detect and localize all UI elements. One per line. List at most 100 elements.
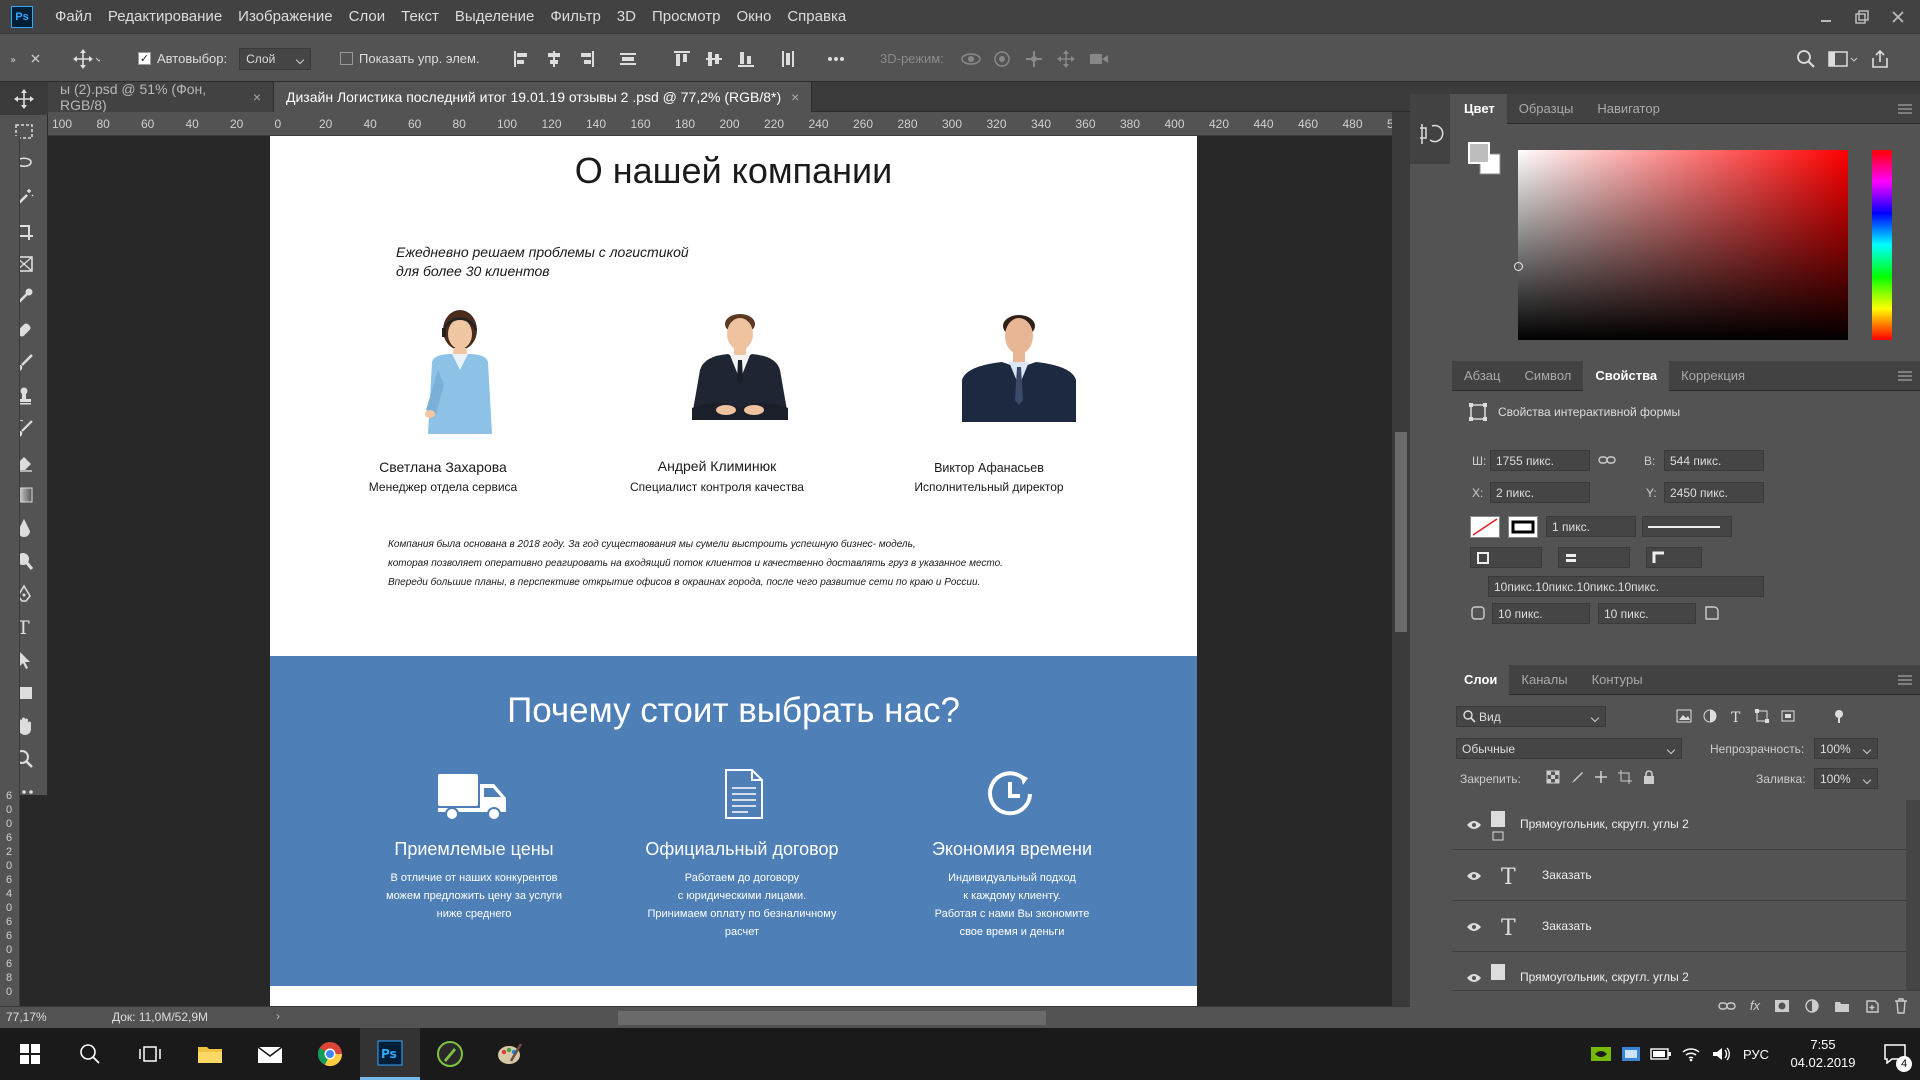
layer-row[interactable]: T Заказать [1452,902,1906,952]
wifi-icon[interactable] [1676,1028,1706,1080]
show-controls-checkbox[interactable] [340,52,353,65]
eye-icon[interactable] [1466,820,1482,830]
layers-scrollbar[interactable] [1906,800,1920,990]
distribute-v-icon[interactable] [778,49,798,69]
align-vcenter-icon[interactable] [704,49,724,69]
chrome-icon[interactable] [300,1028,360,1080]
menu-filter[interactable]: Фильтр [542,0,608,33]
autoselect-checkbox[interactable]: ✓ [138,52,151,65]
panel-menu-icon[interactable] [1898,104,1912,114]
share-icon[interactable] [1870,49,1890,69]
3d-pan-icon[interactable] [1024,49,1044,69]
network-adapter-tray-icon[interactable] [1616,1028,1646,1080]
panel-menu-icon[interactable] [1898,675,1912,685]
close-icon[interactable] [1880,4,1916,30]
tab-navigator[interactable]: Навигатор [1585,94,1671,124]
smart-object-filter-icon[interactable] [1780,709,1796,723]
nvidia-tray-icon[interactable] [1586,1028,1616,1080]
height-field[interactable]: 544 пикс. [1664,450,1764,471]
new-layer-icon[interactable] [1864,998,1880,1014]
align-left-icon[interactable] [512,49,532,69]
distribute-icon[interactable] [618,49,638,69]
tab-close-icon[interactable]: × [253,89,261,105]
move-tool-icon[interactable] [72,34,100,83]
hue-slider[interactable] [1872,150,1892,340]
menu-layers[interactable]: Слои [341,0,393,33]
menu-help[interactable]: Справка [779,0,854,33]
menu-select[interactable]: Выделение [447,0,542,33]
autoselect-dropdown[interactable]: Слой [239,47,312,70]
menu-3d[interactable]: 3D [609,0,644,33]
corner-radius-field[interactable]: 10пикс.10пикс.10пикс.10пикс. [1488,576,1764,597]
new-adjustment-icon[interactable] [1804,998,1820,1014]
layer-row[interactable]: Прямоугольник, скругл. углы 2 [1452,800,1906,850]
tab-close-icon[interactable]: × [791,89,799,105]
volume-icon[interactable] [1706,1028,1736,1080]
filter-toggle-icon[interactable] [1832,709,1846,723]
3d-slide-icon[interactable] [1056,49,1076,69]
radius-field-1[interactable]: 10 пикс. [1492,603,1590,624]
lock-position-icon[interactable] [1594,770,1608,784]
eye-icon[interactable] [1466,973,1482,983]
history-icon[interactable] [1410,94,1450,164]
3d-orbit-icon[interactable] [960,49,981,69]
clock[interactable]: 7:55 04.02.2019 [1776,1036,1870,1072]
fill-field[interactable]: 100% [1814,768,1878,789]
lock-pixels-icon[interactable] [1570,770,1584,784]
blend-mode-dropdown[interactable]: Обычные [1456,738,1682,759]
fill-swatch[interactable] [1470,516,1500,538]
windows-start-icon[interactable] [0,1028,60,1080]
tab-character[interactable]: Символ [1512,361,1583,391]
stroke-corners-dropdown[interactable] [1646,547,1702,568]
stroke-caps-dropdown[interactable] [1558,547,1630,568]
mail-icon[interactable] [240,1028,300,1080]
language-indicator[interactable]: РУС [1736,1047,1776,1062]
minimize-icon[interactable] [1808,4,1844,30]
restore-icon[interactable] [1844,4,1880,30]
menu-file[interactable]: Файл [47,0,100,33]
adjustment-filter-icon[interactable] [1702,709,1718,723]
fx-icon[interactable]: fx [1750,998,1760,1013]
image-filter-icon[interactable] [1676,709,1692,723]
add-mask-icon[interactable] [1774,999,1790,1013]
text-filter-icon[interactable]: T [1728,709,1744,723]
canvas-area[interactable]: О нашей компании Ежедневно решаем пробле… [48,136,1392,1006]
more-options-icon[interactable] [826,49,846,69]
notifications-icon[interactable]: 4 [1870,1028,1920,1080]
x-field[interactable]: 2 пикс. [1490,482,1590,503]
stroke-width-field[interactable]: 1 пикс. [1546,516,1636,537]
vertical-scrollbar[interactable] [1392,112,1410,1006]
align-hcenter-icon[interactable] [544,49,564,69]
stroke-align-dropdown[interactable] [1470,547,1542,568]
status-expand-icon[interactable]: › [276,1009,280,1023]
search-icon[interactable] [60,1028,120,1080]
layer-filter-dropdown[interactable]: Вид [1456,706,1606,727]
tab-swatches[interactable]: Образцы [1507,94,1586,124]
tab-paragraph[interactable]: Абзац [1452,361,1512,391]
file-explorer-icon[interactable] [180,1028,240,1080]
photoshop-taskbar-icon[interactable]: Ps [360,1028,420,1080]
color-picker-field[interactable] [1514,150,1848,340]
stroke-swatch[interactable] [1508,516,1538,538]
move-tool[interactable] [0,82,48,115]
new-group-icon[interactable] [1834,999,1850,1013]
document-canvas[interactable]: О нашей компании Ежедневно решаем пробле… [270,136,1197,1006]
link-icon[interactable] [1598,452,1616,468]
lock-artboard-icon[interactable] [1618,770,1632,784]
search-icon[interactable] [1796,49,1816,69]
width-field[interactable]: 1755 пикс. [1490,450,1590,471]
tab-properties[interactable]: Свойства [1583,360,1670,391]
horizontal-scroll-thumb[interactable] [618,1011,1046,1025]
align-right-icon[interactable] [576,49,596,69]
tab-adjustments[interactable]: Коррекция [1669,361,1757,391]
eye-icon[interactable] [1466,871,1482,881]
vertical-scroll-thumb[interactable] [1395,432,1407,632]
menu-window[interactable]: Окно [728,0,779,33]
layer-row[interactable]: Прямоугольник, скругл. углы 2 [1452,953,1906,990]
tab-layers[interactable]: Слои [1452,664,1510,695]
tab-paths[interactable]: Контуры [1580,665,1655,695]
vector-app-icon[interactable] [420,1028,480,1080]
delete-layer-icon[interactable] [1894,997,1908,1014]
tab-color[interactable]: Цвет [1452,93,1507,124]
paint-app-icon[interactable] [480,1028,540,1080]
